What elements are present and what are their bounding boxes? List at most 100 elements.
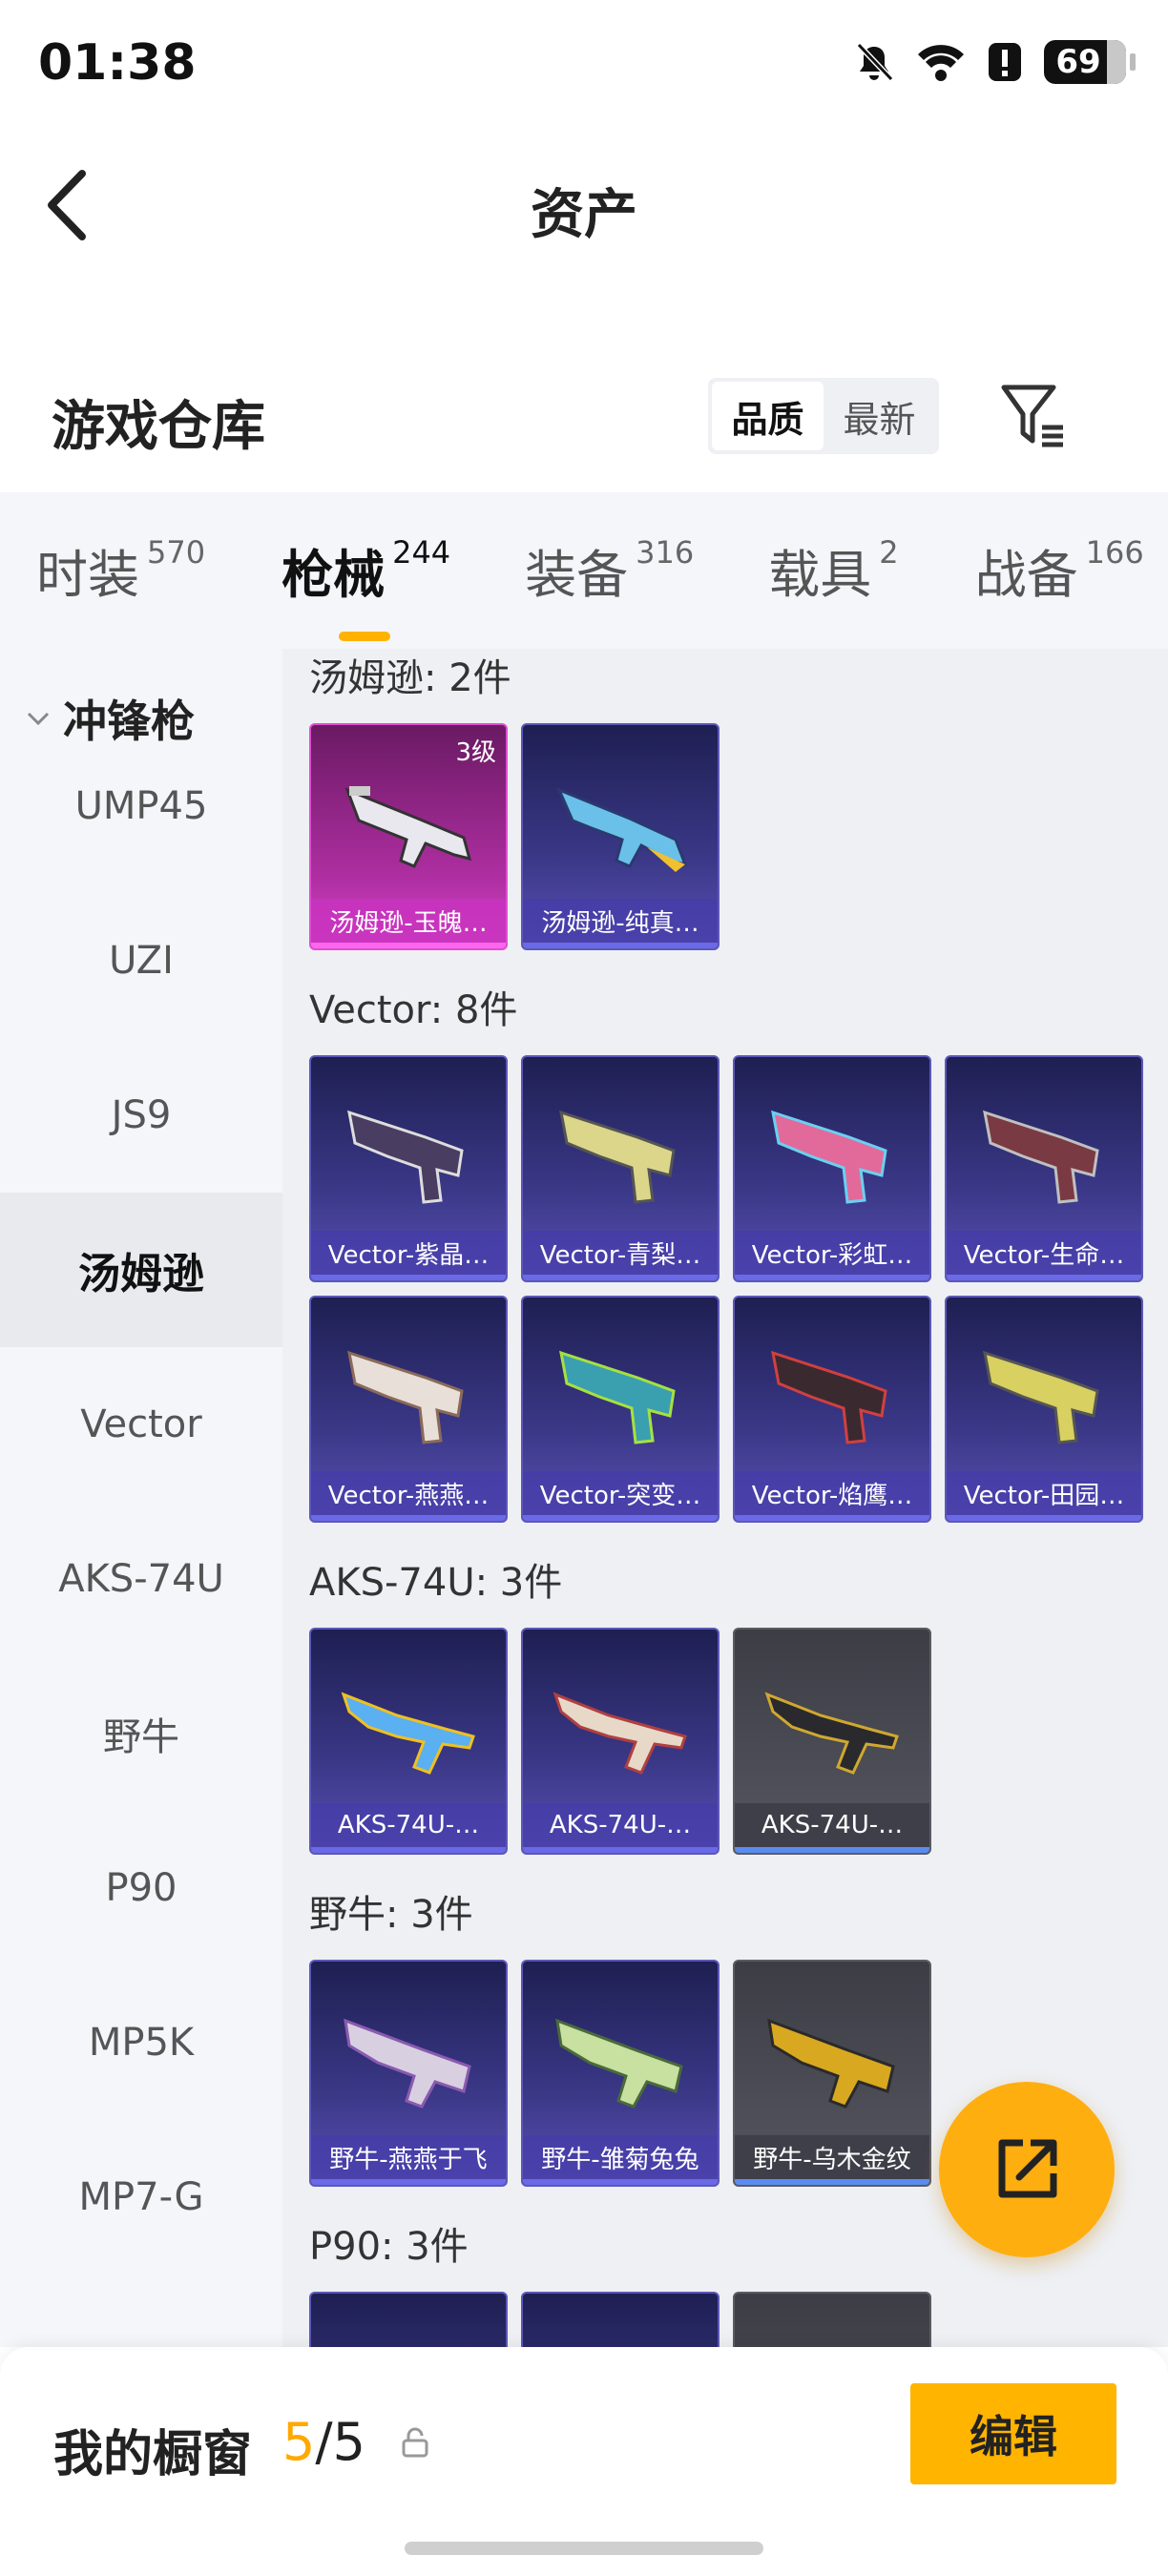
weapon-thumbnail <box>764 1692 899 1775</box>
skin-card[interactable]: 3级 汤姆逊-玉魄… <box>309 723 508 950</box>
tab-count: 244 <box>392 534 451 571</box>
group-title-aks74u: AKS-74U: 3件 <box>309 1561 563 1605</box>
weapon-thumbnail <box>559 1110 676 1204</box>
skin-card[interactable]: Vector-青梨… <box>521 1055 720 1282</box>
weapon-thumbnail <box>767 2018 895 2109</box>
sidebar-item-thompson[interactable]: 汤姆逊 <box>0 1193 282 1347</box>
sidebar-item-js9[interactable]: JS9 <box>0 1038 282 1193</box>
sidebar-item-vector[interactable]: Vector <box>0 1347 282 1502</box>
tab-firearms[interactable]: 枪械 244 <box>282 532 451 641</box>
weapon-thumbnail <box>983 1350 1099 1444</box>
share-button[interactable] <box>939 2082 1115 2257</box>
weapon-thumbnail <box>559 1350 676 1444</box>
skin-card[interactable]: AKS-74U-… <box>309 1628 508 1855</box>
battery-indicator: 69 <box>1044 40 1136 84</box>
skin-card[interactable] <box>521 2292 720 2347</box>
weapon-thumbnail <box>553 1692 687 1775</box>
skin-card[interactable]: Vector-彩虹… <box>733 1055 931 1282</box>
skin-card[interactable]: 野牛-乌木金纹 <box>733 1960 931 2187</box>
skin-name: Vector-焰鹰… <box>735 1471 929 1521</box>
weapon-thumbnail <box>347 1350 464 1444</box>
weapon-thumbnail <box>341 1692 475 1775</box>
status-time: 01:38 <box>38 34 197 92</box>
skin-card[interactable]: Vector-焰鹰… <box>733 1296 931 1523</box>
tab-count: 316 <box>636 534 695 571</box>
skin-card[interactable]: Vector-紫晶… <box>309 1055 508 1282</box>
page-title: 资产 <box>531 184 637 246</box>
sort-quality-option[interactable]: 品质 <box>712 382 824 450</box>
sidebar-item-mp5k[interactable]: MP5K <box>0 1965 282 2120</box>
sidebar-item-p90[interactable]: P90 <box>0 1811 282 1965</box>
group-title-bizon: 野牛: 3件 <box>309 1893 473 1937</box>
skin-name: 野牛-雏菊兔兔 <box>523 2135 718 2185</box>
mute-icon <box>856 42 894 82</box>
weapon-type-sidebar: 冲锋枪 UMP45 UZI JS9 汤姆逊 Vector AKS-74U 野牛 … <box>0 649 282 2347</box>
sidebar-item-uzi[interactable]: UZI <box>0 883 282 1038</box>
weapon-thumbnail <box>556 787 688 872</box>
group-title-vector: Vector: 8件 <box>309 988 518 1032</box>
skin-name: Vector-生命… <box>947 1231 1141 1280</box>
skin-name: 野牛-燕燕于飞 <box>311 2135 506 2185</box>
battery-level: 69 <box>1055 43 1101 81</box>
skin-card[interactable]: Vector-燕燕… <box>309 1296 508 1523</box>
skin-name: AKS-74U-… <box>311 1803 506 1853</box>
tab-vehicles[interactable]: 载具 2 <box>768 532 898 609</box>
weapon-thumbnail <box>983 1110 1099 1204</box>
group-title-p90: P90: 3件 <box>309 2225 469 2269</box>
skin-card[interactable]: AKS-74U-… <box>521 1628 720 1855</box>
weapon-thumbnail <box>771 1110 887 1204</box>
skin-card[interactable]: Vector-突变… <box>521 1296 720 1523</box>
sidebar-item-mp7g[interactable]: MP7-G <box>0 2120 282 2275</box>
tab-label: 枪械 <box>282 545 386 605</box>
skin-name: AKS-74U-… <box>523 1803 718 1853</box>
status-icons: 69 <box>853 40 1136 84</box>
tab-label: 战备 <box>974 545 1078 605</box>
showcase-bar: 我的橱窗 5/5 编辑 <box>0 2347 1168 2576</box>
tab-count: 2 <box>879 534 899 571</box>
tab-equipment[interactable]: 装备 316 <box>525 532 694 609</box>
skin-card[interactable] <box>733 2292 931 2347</box>
skin-name: Vector-田园… <box>947 1471 1141 1521</box>
skin-card[interactable]: 野牛-雏菊兔兔 <box>521 1960 720 2187</box>
skin-card[interactable]: 野牛-燕燕于飞 <box>309 1960 508 2187</box>
section-title: 游戏仓库 <box>52 396 265 458</box>
skin-name: Vector-青梨… <box>523 1231 718 1280</box>
showcase-count: 5/5 <box>282 2412 365 2472</box>
tab-label: 载具 <box>768 545 872 605</box>
showcase-label: 我的橱窗 <box>53 2426 253 2483</box>
tab-label: 时装 <box>36 545 139 605</box>
home-indicator[interactable] <box>405 2542 763 2555</box>
sort-toggle: 品质 最新 <box>708 378 939 454</box>
skin-card[interactable] <box>309 2292 508 2347</box>
showcase-separator: / <box>315 2412 333 2472</box>
tab-fashion[interactable]: 时装 570 <box>36 532 205 609</box>
sidebar-item-bizon[interactable]: 野牛 <box>0 1656 282 1811</box>
skin-name: 野牛-乌木金纹 <box>735 2135 929 2185</box>
alert-icon <box>989 43 1021 81</box>
weapon-thumbnail <box>344 2018 471 2109</box>
skin-card[interactable]: 汤姆逊-纯真… <box>521 723 720 950</box>
weapon-thumbnail <box>771 1350 887 1444</box>
sidebar-item-ump45[interactable]: UMP45 <box>0 729 282 883</box>
weapon-thumbnail <box>555 2018 683 2109</box>
edit-button[interactable]: 编辑 <box>910 2383 1116 2484</box>
skin-card[interactable]: Vector-田园… <box>945 1296 1143 1523</box>
filter-icon <box>1001 384 1063 447</box>
skin-card[interactable]: AKS-74U-… <box>733 1628 931 1855</box>
weapon-thumbnail <box>344 786 472 868</box>
tab-count: 166 <box>1085 534 1144 571</box>
weapon-thumbnail <box>347 1110 464 1204</box>
tab-supplies[interactable]: 战备 166 <box>975 532 1144 609</box>
sort-newest-option[interactable]: 最新 <box>824 382 935 450</box>
category-tabs: 时装 570 枪械 244 装备 316 载具 2 战备 166 <box>0 492 1168 649</box>
skin-name: Vector-燕燕… <box>311 1471 506 1521</box>
skin-name: Vector-彩虹… <box>735 1231 929 1280</box>
lock-icon <box>402 2427 428 2458</box>
skin-card[interactable]: Vector-生命… <box>945 1055 1143 1282</box>
tab-count: 570 <box>147 534 206 571</box>
skin-name: AKS-74U-… <box>735 1803 929 1853</box>
filter-button[interactable] <box>998 380 1071 452</box>
skin-name: Vector-紫晶… <box>311 1231 506 1280</box>
sidebar-item-aks74u[interactable]: AKS-74U <box>0 1502 282 1656</box>
share-icon <box>998 2139 1057 2198</box>
